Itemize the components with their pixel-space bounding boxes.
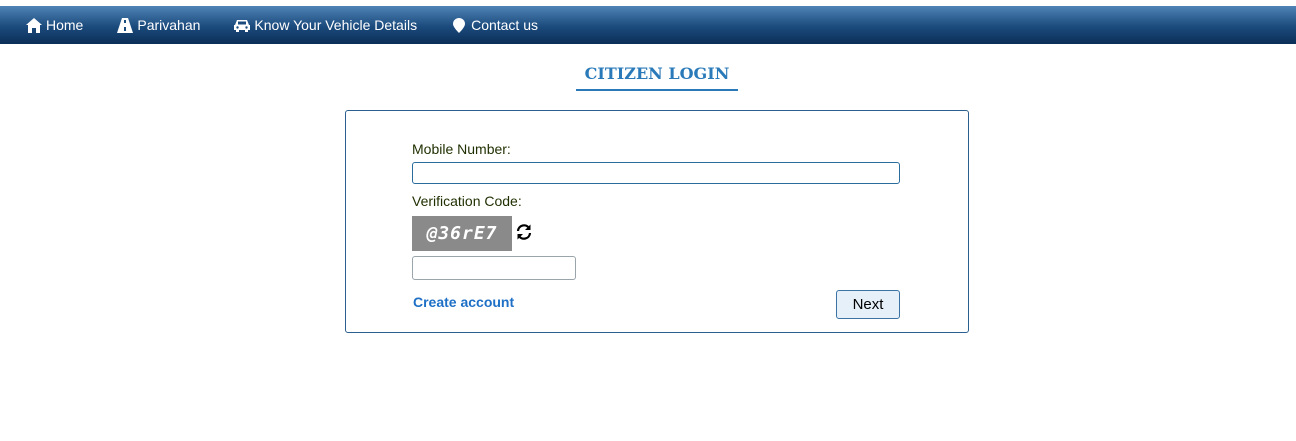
- verification-code-label: Verification Code:: [412, 193, 522, 209]
- nav-know-vehicle[interactable]: Know Your Vehicle Details: [234, 17, 417, 33]
- create-account-link[interactable]: Create account: [413, 294, 514, 310]
- mobile-number-label: Mobile Number:: [412, 141, 511, 157]
- mobile-number-input[interactable]: [412, 162, 900, 184]
- top-navigation-bar: Home Parivahan Know Your Vehicle Details…: [0, 6, 1296, 44]
- nav-parivahan-label: Parivahan: [137, 17, 201, 33]
- home-icon: [26, 17, 42, 33]
- nav-contact-label: Contact us: [471, 17, 539, 33]
- nav-home[interactable]: Home: [26, 17, 83, 33]
- car-icon: [234, 17, 251, 33]
- nav-home-label: Home: [46, 17, 84, 33]
- refresh-captcha-icon[interactable]: [515, 223, 533, 241]
- next-button[interactable]: Next: [836, 290, 900, 319]
- captcha-image: @36rE7: [412, 216, 512, 251]
- road-icon: [117, 17, 134, 33]
- map-marker-icon: [451, 17, 467, 33]
- captcha-input[interactable]: [412, 256, 576, 280]
- page-title: CITIZEN LOGIN: [576, 64, 738, 91]
- nav-know-vehicle-label: Know Your Vehicle Details: [254, 17, 418, 33]
- nav-parivahan[interactable]: Parivahan: [117, 17, 200, 33]
- nav-contact[interactable]: Contact us: [451, 17, 538, 33]
- login-panel: Mobile Number: Verification Code: @36rE7…: [345, 110, 969, 333]
